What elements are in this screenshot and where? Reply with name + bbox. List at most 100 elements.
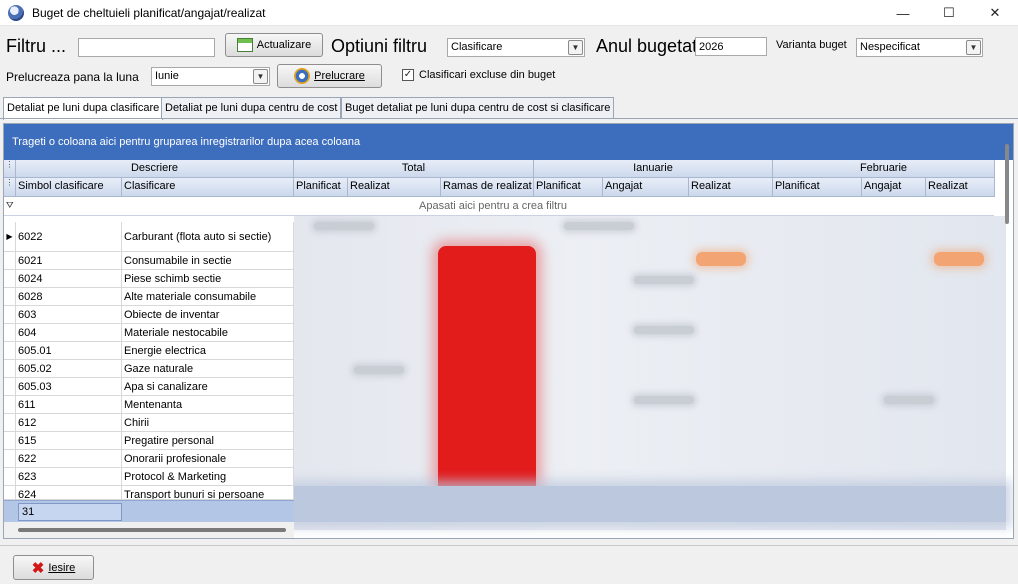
tab-buget-detaliat[interactable]: Buget detaliat pe luni dupa centru de co…	[341, 97, 615, 119]
row-indicator[interactable]	[4, 342, 16, 359]
cell-clasificare[interactable]: Mentenanta	[122, 396, 294, 413]
table-row[interactable]: 605.02 Gaze naturale	[4, 360, 294, 378]
cell-clasificare[interactable]: Apa si canalizare	[122, 378, 294, 395]
band-total[interactable]: Total	[294, 160, 534, 178]
row-indicator[interactable]	[4, 432, 16, 449]
col-ian-realizat[interactable]: Realizat	[689, 178, 773, 197]
table-row[interactable]: 6021 Consumabile in sectie	[4, 252, 294, 270]
cell-simbol[interactable]: 605.01	[16, 342, 122, 359]
table-row[interactable]: 615 Pregatire personal	[4, 432, 294, 450]
filtru-input[interactable]	[78, 38, 215, 57]
row-indicator[interactable]	[4, 306, 16, 323]
row-indicator[interactable]	[4, 450, 16, 467]
row-indicator[interactable]	[4, 324, 16, 341]
band-descriere[interactable]: Descriere	[16, 160, 294, 178]
cell-simbol[interactable]: 6028	[16, 288, 122, 305]
close-button[interactable]: ✕	[972, 0, 1018, 26]
table-row[interactable]: 622 Onorarii profesionale	[4, 450, 294, 468]
cell-clasificare[interactable]: Materiale nestocabile	[122, 324, 294, 341]
cell-clasificare[interactable]: Obiecte de inventar	[122, 306, 294, 323]
col-ian-angajat[interactable]: Angajat	[603, 178, 689, 197]
col-feb-angajat[interactable]: Angajat	[862, 178, 926, 197]
cell-clasificare[interactable]: Consumabile in sectie	[122, 252, 294, 269]
column-chooser-icon[interactable]: ⋮	[4, 178, 16, 197]
col-total-realizat[interactable]: Realizat	[348, 178, 441, 197]
row-indicator[interactable]	[4, 360, 16, 377]
current-row-indicator-icon[interactable]: ▶	[4, 222, 16, 251]
row-indicator[interactable]	[4, 486, 16, 499]
cell-simbol[interactable]: 6021	[16, 252, 122, 269]
row-indicator[interactable]	[4, 378, 16, 395]
table-row[interactable]: 612 Chirii	[4, 414, 294, 432]
row-indicator[interactable]	[4, 468, 16, 485]
row-indicator[interactable]	[4, 288, 16, 305]
cell-simbol[interactable]: 623	[16, 468, 122, 485]
varianta-buget-select[interactable]: Nespecificat ▼	[856, 38, 983, 57]
cell-simbol[interactable]: 611	[16, 396, 122, 413]
cell-clasificare[interactable]: Alte materiale consumabile	[122, 288, 294, 305]
scrollbar-thumb[interactable]	[18, 528, 286, 532]
col-ian-planificat[interactable]: Planificat	[534, 178, 603, 197]
cell-simbol[interactable]: 604	[16, 324, 122, 341]
clasificari-excluse-checkbox[interactable]: ✓	[402, 69, 414, 81]
cell-clasificare[interactable]: Piese schimb sectie	[122, 270, 294, 287]
cell-simbol[interactable]: 603	[16, 306, 122, 323]
cell-clasificare[interactable]: Carburant (flota auto si sectie)	[122, 222, 294, 251]
band-februarie[interactable]: Februarie	[773, 160, 995, 178]
col-total-ramas[interactable]: Ramas de realizat	[441, 178, 534, 197]
grid-corner-icon[interactable]: ⋮	[4, 160, 16, 178]
col-feb-realizat[interactable]: Realizat	[926, 178, 995, 197]
table-row[interactable]: 605.01 Energie electrica	[4, 342, 294, 360]
table-row[interactable]: 624 Transport bunuri si persoane	[4, 486, 294, 500]
table-row[interactable]: 611 Mentenanta	[4, 396, 294, 414]
table-row[interactable]: 623 Protocol & Marketing	[4, 468, 294, 486]
cell-simbol[interactable]: 622	[16, 450, 122, 467]
cell-simbol[interactable]: 615	[16, 432, 122, 449]
tab-detaliat-centru-cost[interactable]: Detaliat pe luni dupa centru de cost	[161, 97, 342, 119]
anul-bugetat-input[interactable]	[695, 37, 767, 56]
iesire-button[interactable]: ✖ Iesire	[13, 555, 94, 580]
cell-simbol[interactable]: 612	[16, 414, 122, 431]
chevron-down-icon[interactable]: ▼	[568, 40, 583, 55]
tab-detaliat-clasificare[interactable]: Detaliat pe luni dupa clasificare	[3, 97, 164, 120]
cell-clasificare[interactable]: Protocol & Marketing	[122, 468, 294, 485]
row-indicator[interactable]	[4, 396, 16, 413]
table-row[interactable]: 6028 Alte materiale consumabile	[4, 288, 294, 306]
luna-select[interactable]: Iunie ▼	[151, 67, 270, 86]
optiuni-filtru-select[interactable]: Clasificare ▼	[447, 38, 585, 57]
group-by-panel[interactable]: Trageti o coloana aici pentru gruparea i…	[4, 124, 1013, 160]
table-row[interactable]: ▶ 6022 Carburant (flota auto si sectie)	[4, 222, 294, 252]
cell-clasificare[interactable]: Transport bunuri si persoane	[122, 486, 294, 499]
cell-clasificare[interactable]: Chirii	[122, 414, 294, 431]
cell-simbol[interactable]: 605.03	[16, 378, 122, 395]
auto-filter-row[interactable]: ⛛ Apasati aici pentru a crea filtru	[4, 197, 994, 216]
chevron-down-icon[interactable]: ▼	[966, 40, 981, 55]
table-row[interactable]: 603 Obiecte de inventar	[4, 306, 294, 324]
cell-clasificare[interactable]: Gaze naturale	[122, 360, 294, 377]
prelucrare-button[interactable]: Prelucrare	[277, 64, 382, 88]
row-indicator[interactable]	[4, 270, 16, 287]
col-simbol[interactable]: Simbol clasificare	[16, 178, 122, 197]
cell-clasificare[interactable]: Onorarii profesionale	[122, 450, 294, 467]
row-indicator[interactable]	[4, 252, 16, 269]
chevron-down-icon[interactable]: ▼	[253, 69, 268, 84]
cell-simbol[interactable]: 605.02	[16, 360, 122, 377]
minimize-button[interactable]: —	[880, 0, 926, 26]
cell-clasificare[interactable]: Energie electrica	[122, 342, 294, 359]
cell-clasificare[interactable]: Pregatire personal	[122, 432, 294, 449]
actualizare-button[interactable]: Actualizare	[225, 33, 323, 57]
band-ianuarie[interactable]: Ianuarie	[534, 160, 773, 178]
col-total-planificat[interactable]: Planificat	[294, 178, 348, 197]
table-row[interactable]: 604 Materiale nestocabile	[4, 324, 294, 342]
table-row[interactable]: 6024 Piese schimb sectie	[4, 270, 294, 288]
table-row[interactable]: 605.03 Apa si canalizare	[4, 378, 294, 396]
row-indicator[interactable]	[4, 414, 16, 431]
cell-simbol[interactable]: 6024	[16, 270, 122, 287]
cell-simbol[interactable]: 624	[16, 486, 122, 499]
cell-simbol[interactable]: 6022	[16, 222, 122, 251]
vertical-scrollbar[interactable]	[1005, 144, 1009, 224]
horizontal-scrollbar[interactable]	[4, 522, 294, 538]
col-clasificare[interactable]: Clasificare	[122, 178, 294, 197]
maximize-button[interactable]: ☐	[926, 0, 972, 26]
col-feb-planificat[interactable]: Planificat	[773, 178, 862, 197]
